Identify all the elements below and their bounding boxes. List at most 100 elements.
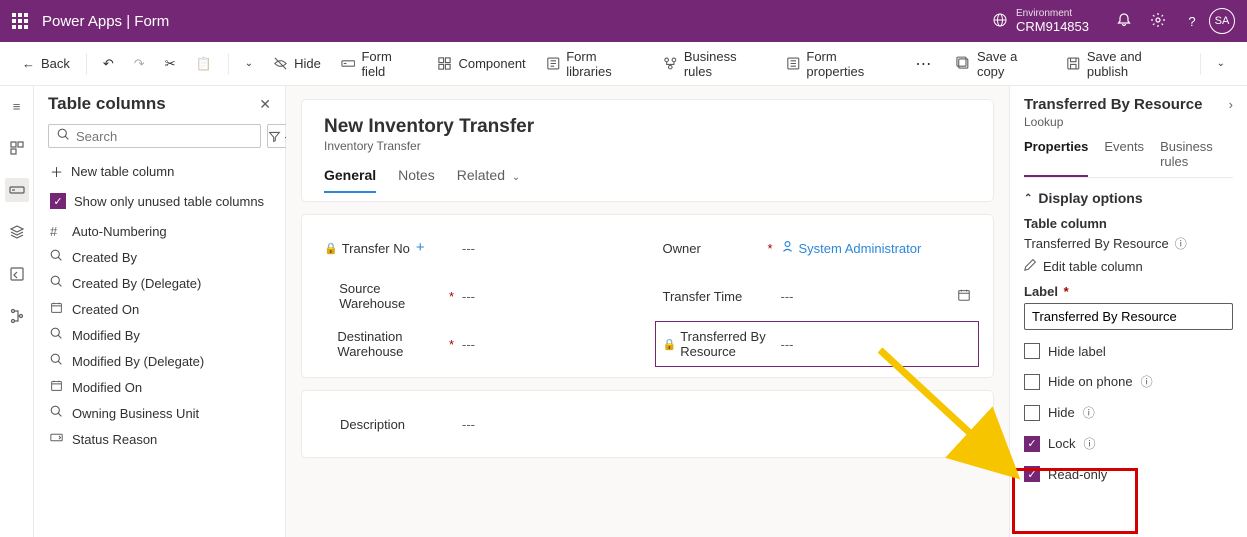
rail-field-icon[interactable] xyxy=(5,178,29,202)
column-item[interactable]: Modified On xyxy=(48,374,271,400)
checkbox-icon: ✓ xyxy=(1024,466,1040,482)
column-item-label: Modified On xyxy=(72,380,142,395)
rail-tree-icon[interactable] xyxy=(5,304,29,328)
field-transfer-no[interactable]: 🔒Transfer No+ --- xyxy=(324,233,633,263)
column-item[interactable]: Owning Business Unit xyxy=(48,400,271,426)
search-input-wrap[interactable] xyxy=(48,124,261,148)
component-button[interactable]: Component xyxy=(429,51,533,76)
column-item[interactable]: Created By (Delegate) xyxy=(48,270,271,296)
edit-table-column-link[interactable]: Edit table column xyxy=(1024,258,1233,274)
tab-related[interactable]: Related ⌄ xyxy=(457,167,521,193)
checkbox-icon: ✓ xyxy=(1024,436,1040,452)
column-item[interactable]: Modified By xyxy=(48,322,271,348)
column-type-icon xyxy=(50,275,64,291)
column-item[interactable]: Created On xyxy=(48,296,271,322)
tab-general[interactable]: General xyxy=(324,167,376,193)
cut-button[interactable]: ✂ xyxy=(157,51,184,77)
column-type-icon xyxy=(50,249,64,265)
hide-checkbox[interactable]: Hide ⓘ xyxy=(1024,397,1233,428)
column-type-icon xyxy=(50,405,64,421)
hide-button[interactable]: Hide xyxy=(265,51,329,76)
column-item[interactable]: Status Reason xyxy=(48,426,271,452)
column-item[interactable]: Created By xyxy=(48,244,271,270)
column-type-icon xyxy=(50,327,64,343)
show-unused-checkbox[interactable]: ✓ Show only unused table columns xyxy=(48,187,271,215)
label-input[interactable] xyxy=(1024,303,1233,330)
form-field-button[interactable]: Form field xyxy=(333,44,426,84)
save-publish-button[interactable]: Save and publish xyxy=(1058,44,1191,84)
column-item-label: Modified By (Delegate) xyxy=(72,354,204,369)
plus-icon: ＋ xyxy=(50,162,63,181)
back-arrow-icon: ← xyxy=(22,56,35,71)
chevron-down-icon[interactable]: ⌄ xyxy=(237,53,261,74)
display-options-section[interactable]: ⌃ Display options xyxy=(1024,190,1233,206)
hide-on-phone-checkbox[interactable]: Hide on phone ⓘ xyxy=(1024,366,1233,397)
waffle-icon[interactable] xyxy=(12,13,28,29)
more-commands-button[interactable]: ⋯ xyxy=(907,49,940,79)
field-transfer-time[interactable]: Transfer Time --- xyxy=(663,281,972,311)
form-properties-button[interactable]: Form properties xyxy=(778,44,904,84)
info-icon[interactable]: ⓘ xyxy=(1083,435,1095,452)
info-icon[interactable]: ⓘ xyxy=(1175,235,1187,252)
form-libraries-button[interactable]: Form libraries xyxy=(538,44,652,84)
business-rules-button[interactable]: Business rules xyxy=(655,44,774,84)
info-icon[interactable]: ⓘ xyxy=(1141,373,1153,390)
column-item-label: Modified By xyxy=(72,328,140,343)
lock-checkbox[interactable]: ✓ Lock ⓘ xyxy=(1024,428,1233,459)
checkbox-icon xyxy=(1024,405,1040,421)
environment-picker[interactable]: Environment CRM914853 xyxy=(992,8,1089,34)
field-description[interactable]: Description --- xyxy=(324,409,971,439)
paste-button[interactable]: 📋 xyxy=(188,51,220,77)
column-item[interactable]: Modified By (Delegate) xyxy=(48,348,271,374)
field-source-warehouse[interactable]: Source Warehouse* --- xyxy=(324,281,633,311)
notification-icon[interactable] xyxy=(1107,12,1141,31)
checkbox-icon xyxy=(1024,374,1040,390)
person-icon xyxy=(781,240,794,256)
column-item-label: Created By (Delegate) xyxy=(72,276,201,291)
settings-icon[interactable] xyxy=(1141,12,1175,31)
column-item-label: Auto-Numbering xyxy=(72,224,167,239)
new-column-button[interactable]: ＋ New table column xyxy=(48,156,271,187)
search-icon xyxy=(57,128,70,144)
search-input[interactable] xyxy=(76,129,252,144)
table-column-label: Table column xyxy=(1024,216,1233,231)
chevron-right-icon[interactable]: › xyxy=(1229,97,1233,112)
column-item-label: Created On xyxy=(72,302,139,317)
save-publish-chevron[interactable]: ⌄ xyxy=(1209,53,1233,74)
undo-button[interactable]: ↶ xyxy=(95,51,122,77)
hide-label-checkbox[interactable]: Hide label xyxy=(1024,336,1233,366)
properties-panel: Transferred By Resource › Lookup Propert… xyxy=(1009,86,1247,537)
column-type-icon xyxy=(50,301,64,317)
rail-layers-icon[interactable] xyxy=(5,220,29,244)
field-destination-warehouse[interactable]: Destination Warehouse* --- xyxy=(324,329,633,359)
form-canvas: New Inventory Transfer Inventory Transfe… xyxy=(286,86,1009,537)
field-transferred-by-resource[interactable]: 🔒Transferred By Resource --- xyxy=(659,325,976,363)
form-title: New Inventory Transfer xyxy=(324,116,971,138)
back-button[interactable]: ← Back xyxy=(14,51,78,76)
calendar-icon[interactable] xyxy=(957,288,971,305)
save-copy-button[interactable]: Save a copy xyxy=(948,44,1054,84)
column-item[interactable]: #Auto-Numbering xyxy=(48,219,271,244)
props-title: Transferred By Resource xyxy=(1024,96,1202,113)
chevron-down-icon: ⌄ xyxy=(512,172,520,183)
props-tab-rules[interactable]: Business rules xyxy=(1160,139,1233,177)
environment-icon xyxy=(992,12,1008,31)
tab-notes[interactable]: Notes xyxy=(398,167,435,193)
app-header: Power Apps | Form Environment CRM914853 … xyxy=(0,0,1247,42)
field-owner[interactable]: Owner* System Administrator xyxy=(663,233,972,263)
close-icon[interactable]: ✕ xyxy=(259,96,271,113)
readonly-checkbox[interactable]: ✓ Read-only xyxy=(1024,459,1233,489)
table-columns-panel: Table columns ✕ ⌄ ＋ New table column ✓ S… xyxy=(34,86,286,537)
rail-collapse-icon[interactable]: ≡ xyxy=(5,94,29,118)
checkbox-icon xyxy=(1024,343,1040,359)
rail-components-icon[interactable] xyxy=(5,136,29,160)
info-icon[interactable]: ⓘ xyxy=(1083,404,1095,421)
avatar[interactable]: SA xyxy=(1209,8,1235,34)
props-tab-events[interactable]: Events xyxy=(1104,139,1144,177)
rail-library-icon[interactable] xyxy=(5,262,29,286)
command-bar: ← Back ↶ ↷ ✂ 📋 ⌄ Hide Form field Compone… xyxy=(0,42,1247,86)
props-tab-properties[interactable]: Properties xyxy=(1024,139,1088,177)
app-title: Power Apps | Form xyxy=(42,13,169,30)
redo-button[interactable]: ↷ xyxy=(126,51,153,77)
help-icon[interactable]: ? xyxy=(1175,14,1209,29)
